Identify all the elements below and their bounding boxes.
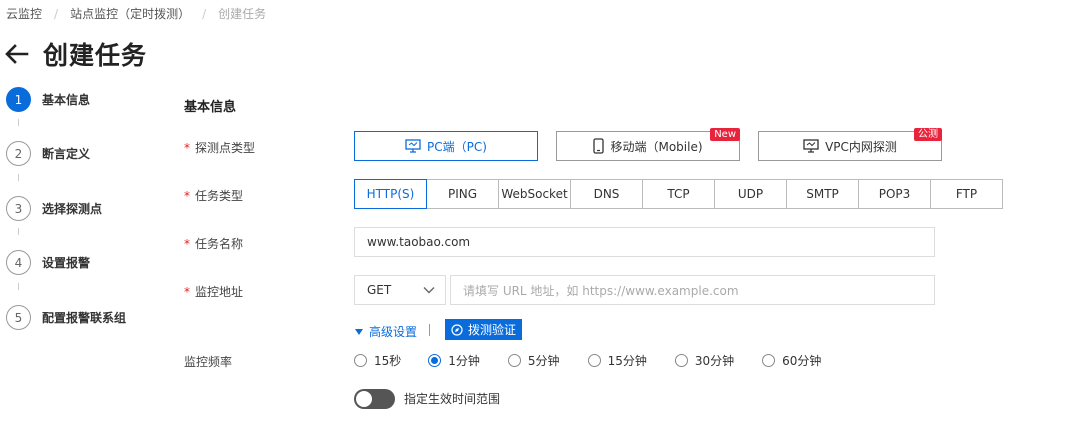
task-type-pop3[interactable]: POP3	[858, 179, 931, 209]
step-label: 设置报警	[42, 256, 91, 270]
step-assertion[interactable]: 2 断言定义	[6, 141, 90, 166]
beta-badge: 公测	[914, 128, 942, 141]
task-type-udp[interactable]: UDP	[714, 179, 787, 209]
step-number: 1	[6, 87, 31, 112]
task-type-websocket[interactable]: WebSocket	[498, 179, 571, 209]
step-number: 3	[6, 196, 31, 221]
frequency-option-30min[interactable]: 30分钟	[674, 352, 735, 369]
frequency-option-15s[interactable]: 15秒	[354, 352, 401, 369]
required-mark: *	[184, 141, 190, 155]
radio-button[interactable]	[762, 354, 776, 367]
step-label: 配置报警联系组	[42, 311, 127, 325]
arrow-left-icon[interactable]	[5, 41, 31, 67]
radio-label: 60分钟	[782, 354, 822, 368]
step-number: 4	[6, 250, 31, 275]
task-type-dns[interactable]: DNS	[570, 179, 643, 209]
advanced-settings-toggle[interactable]: 高级设置	[355, 323, 417, 340]
breadcrumb-item-cloud-monitor[interactable]: 云监控	[6, 5, 42, 22]
step-connector	[18, 228, 19, 235]
task-type-ping[interactable]: PING	[426, 179, 499, 209]
radio-label: 15分钟	[607, 354, 647, 368]
task-type-label: * 任务类型	[184, 189, 244, 203]
radio-button[interactable]	[507, 354, 521, 367]
new-badge: New	[710, 128, 740, 141]
frequency-option-60min[interactable]: 60分钟	[762, 352, 821, 369]
mobile-icon	[593, 138, 605, 154]
monitor-url-label: * 监控地址	[184, 285, 244, 299]
radio-button[interactable]	[428, 354, 442, 367]
task-name-input[interactable]: www.taobao.com	[354, 227, 935, 257]
breadcrumb: 云监控 / 站点监控（定时拨测） / 创建任务	[6, 5, 266, 22]
required-mark: *	[184, 285, 190, 299]
step-connector	[18, 119, 19, 126]
frequency-option-1min[interactable]: 1分钟	[428, 352, 480, 369]
task-type-smtp[interactable]: SMTP	[786, 179, 859, 209]
step-probe-points[interactable]: 3 选择探测点	[6, 196, 102, 221]
frequency-radio-group: 15秒 1分钟 5分钟 15分钟 30分钟 60分钟	[354, 352, 821, 369]
step-label: 基本信息	[42, 93, 91, 107]
required-mark: *	[184, 237, 190, 251]
step-basic-info[interactable]: 1 基本信息	[6, 87, 90, 112]
monitor-icon	[803, 139, 819, 153]
compass-icon	[451, 323, 463, 336]
step-number: 5	[6, 305, 31, 330]
probe-type-label-text: 移动端（Mobile)	[610, 139, 703, 154]
probe-type-vpc-button[interactable]: VPC内网探测 公测	[758, 128, 942, 161]
task-name-label: * 任务名称	[184, 237, 244, 251]
time-range-toggle[interactable]	[354, 389, 395, 409]
radio-button[interactable]	[587, 354, 601, 367]
http-method-value: GET	[367, 283, 392, 297]
task-type-ftp[interactable]: FTP	[930, 179, 1003, 209]
probe-type-mobile-button[interactable]: 移动端（Mobile) New	[556, 128, 740, 161]
breadcrumb-separator: /	[54, 6, 59, 21]
required-mark: *	[184, 189, 190, 203]
breadcrumb-item-current: 创建任务	[218, 7, 267, 21]
page-title: 创建任务	[43, 41, 148, 70]
breadcrumb-separator: /	[202, 6, 207, 21]
task-type-http[interactable]: HTTP(S)	[354, 179, 427, 209]
task-type-segmented: HTTP(S) PING WebSocket DNS TCP UDP SMTP …	[354, 179, 1003, 209]
task-type-tcp[interactable]: TCP	[642, 179, 715, 209]
probe-verify-label: 拨测验证	[467, 323, 516, 337]
probe-type-pc-button[interactable]: PC端（PC)	[354, 131, 538, 161]
frequency-label: 监控频率	[184, 355, 233, 369]
radio-label: 5分钟	[527, 354, 560, 368]
time-range-label: 指定生效时间范围	[404, 392, 501, 406]
frequency-option-15min[interactable]: 15分钟	[587, 352, 647, 369]
caret-down-icon	[355, 328, 363, 335]
radio-label: 1分钟	[448, 354, 480, 368]
frequency-option-5min[interactable]: 5分钟	[507, 352, 560, 369]
step-alarm[interactable]: 4 设置报警	[6, 250, 90, 275]
step-connector	[18, 283, 19, 290]
probe-verify-button[interactable]: 拨测验证	[445, 319, 522, 340]
step-contact-group[interactable]: 5 配置报警联系组	[6, 305, 126, 330]
step-label: 选择探测点	[42, 202, 103, 216]
divider	[429, 324, 430, 336]
monitor-icon	[405, 139, 421, 153]
advanced-settings-label: 高级设置	[369, 325, 418, 339]
url-input[interactable]: 请填写 URL 地址，如 https://www.example.com	[450, 275, 935, 305]
probe-type-label-text: VPC内网探测	[825, 139, 897, 154]
probe-type-label-text: PC端（PC)	[427, 139, 487, 154]
probe-type-label: * 探测点类型	[184, 141, 256, 155]
step-connector	[18, 174, 19, 181]
radio-button[interactable]	[674, 354, 688, 367]
step-label: 断言定义	[42, 147, 91, 161]
step-number: 2	[6, 141, 31, 166]
radio-button[interactable]	[354, 354, 367, 367]
breadcrumb-item-site-monitor[interactable]: 站点监控（定时拨测）	[70, 5, 190, 22]
section-title: 基本信息	[184, 100, 237, 115]
radio-label: 15秒	[374, 354, 402, 368]
radio-label: 30分钟	[694, 354, 735, 368]
chevron-down-icon	[423, 283, 435, 297]
page-header: 创建任务	[5, 36, 147, 72]
http-method-select[interactable]: GET	[354, 275, 446, 305]
